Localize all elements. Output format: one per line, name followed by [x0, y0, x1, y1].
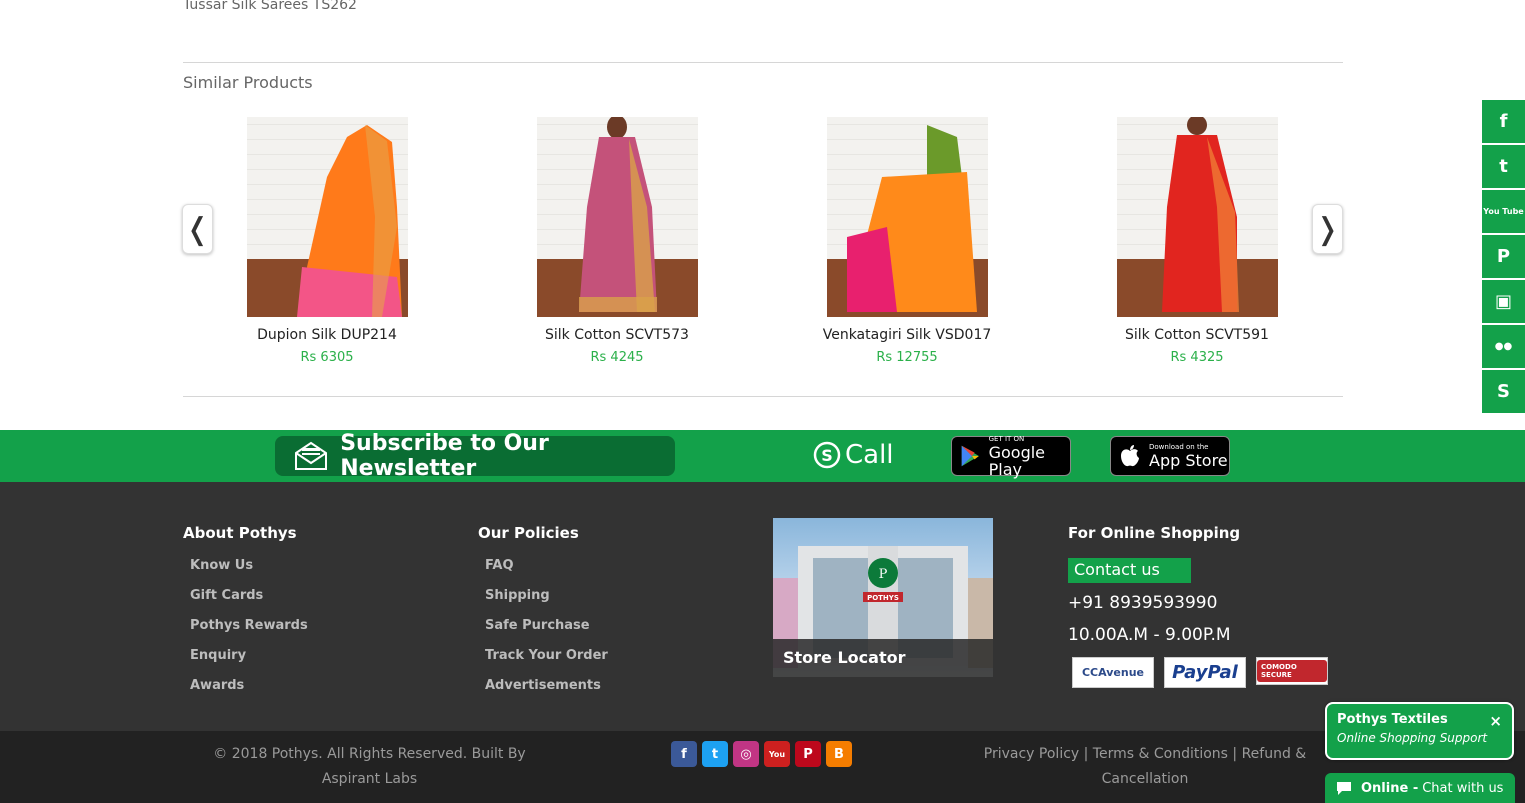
side-flickr-icon[interactable]: ●● — [1482, 325, 1525, 368]
product-price: Rs 4245 — [590, 350, 644, 365]
newsletter-label: Subscribe to Our Newsletter — [340, 431, 549, 481]
product-image[interactable] — [536, 117, 698, 317]
instagram-icon[interactable]: ◎ — [733, 741, 759, 767]
side-facebook-icon[interactable]: f — [1482, 100, 1525, 143]
copyright: © 2018 Pothys. All Rights Reserved. Buil… — [213, 746, 526, 787]
product-card[interactable]: Dupion Silk DUP214 Rs 6305 — [227, 117, 427, 365]
chat-status: Online - — [1361, 780, 1419, 796]
footer-link-faq[interactable]: FAQ — [485, 558, 514, 573]
product-card[interactable]: Silk Cotton SCVT591 Rs 4325 — [1097, 117, 1297, 365]
side-instagram-icon[interactable]: ▣ — [1482, 280, 1525, 323]
footer-link-enquiry[interactable]: Enquiry — [190, 648, 246, 663]
paypal-badge: PayPal — [1164, 657, 1246, 688]
apple-big-text: App Store — [1149, 451, 1228, 470]
chat-bubble-icon — [1337, 782, 1351, 795]
product-title: Tussar Silk Sarees TS262 — [183, 0, 357, 13]
carousel-next-button[interactable]: ❭ — [1312, 204, 1343, 254]
store-locator-link[interactable]: P POTHYS Store Locator — [773, 518, 993, 677]
product-image[interactable] — [1116, 117, 1278, 317]
google-play-icon — [961, 445, 979, 467]
footer — [0, 482, 1525, 732]
side-skype-icon[interactable]: S — [1482, 370, 1525, 413]
chat-bar[interactable]: Online - Chat with us — [1325, 773, 1515, 803]
skype-icon: S — [813, 441, 841, 469]
chat-title: Pothys Textiles — [1337, 712, 1448, 727]
store-sign-text: POTHYS — [867, 594, 899, 602]
product-card[interactable]: Venkatagiri Silk VSD017 Rs 12755 — [807, 117, 1007, 365]
svg-text:S: S — [821, 446, 833, 465]
call-label: Call — [845, 440, 894, 470]
business-hours: 10.00A.M - 9.00P.M — [1068, 625, 1231, 645]
footer-link-advertisements[interactable]: Advertisements — [485, 678, 601, 693]
product-card[interactable]: Silk Cotton SCVT573 Rs 4245 — [517, 117, 717, 365]
product-name[interactable]: Silk Cotton SCVT573 — [517, 327, 717, 343]
envelope-icon — [294, 441, 328, 471]
skype-call-button[interactable]: S Call — [813, 440, 894, 470]
product-price: Rs 6305 — [300, 350, 354, 365]
pinterest-icon[interactable]: P — [795, 741, 821, 767]
store-locator-label: Store Locator — [773, 639, 993, 677]
policy-links[interactable]: Privacy Policy | Terms & Conditions | Re… — [982, 742, 1308, 792]
footer-link-shipping[interactable]: Shipping — [485, 588, 550, 603]
ccavenue-badge: CCAvenue — [1072, 657, 1154, 688]
footer-link-rewards[interactable]: Pothys Rewards — [190, 618, 308, 633]
chevron-right-icon: ❭ — [1314, 211, 1341, 247]
product-image[interactable] — [246, 117, 408, 317]
comodo-badge: COMODO SECURE — [1256, 657, 1328, 685]
product-name[interactable]: Venkatagiri Silk VSD017 — [807, 327, 1007, 343]
ccavenue-text: CCAvenue — [1081, 666, 1145, 679]
newsletter-button[interactable]: Subscribe to Our Newsletter — [275, 431, 675, 481]
side-twitter-icon[interactable]: t — [1482, 145, 1525, 188]
policies-title: Our Policies — [478, 524, 579, 542]
paypal-text: PayPal — [1172, 662, 1238, 683]
blogger-icon[interactable]: B — [826, 741, 852, 767]
app-store-badge[interactable]: Download on the App Store — [1110, 436, 1230, 476]
chevron-left-icon: ❬ — [184, 211, 211, 247]
chat-action: Chat with us — [1422, 780, 1504, 796]
contact-us-button[interactable]: Contact us — [1068, 558, 1191, 583]
product-price: Rs 12755 — [876, 350, 938, 365]
close-icon[interactable]: × — [1489, 712, 1502, 730]
divider — [183, 396, 1343, 397]
svg-text:P: P — [879, 567, 888, 582]
online-shopping-title: For Online Shopping — [1068, 524, 1241, 542]
similar-products-title: Similar Products — [183, 73, 313, 92]
divider — [183, 62, 1343, 63]
google-big-text: Google Play — [988, 442, 1046, 479]
footer-link-awards[interactable]: Awards — [190, 678, 244, 693]
about-title: About Pothys — [183, 524, 297, 542]
footer-link-know-us[interactable]: Know Us — [190, 558, 253, 573]
app-banner — [0, 430, 1525, 482]
product-name[interactable]: Dupion Silk DUP214 — [227, 327, 427, 343]
product-price: Rs 4325 — [1170, 350, 1224, 365]
youtube-icon[interactable]: You — [764, 741, 790, 767]
facebook-icon[interactable]: f — [671, 741, 697, 767]
footer-link-safe-purchase[interactable]: Safe Purchase — [485, 618, 590, 633]
comodo-text: COMODO SECURE — [1257, 660, 1327, 682]
chat-popup[interactable]: Pothys Textiles Online Shopping Support … — [1325, 702, 1514, 760]
google-play-badge[interactable]: GET IT ON Google Play — [951, 435, 1071, 479]
product-name[interactable]: Silk Cotton SCVT591 — [1097, 327, 1297, 343]
side-youtube-icon[interactable]: You Tube — [1482, 190, 1525, 233]
twitter-icon[interactable]: t — [702, 741, 728, 767]
product-image[interactable] — [826, 117, 988, 317]
apple-icon — [1121, 445, 1139, 467]
phone-number: +91 8939593990 — [1068, 593, 1218, 613]
side-pinterest-icon[interactable]: P — [1482, 235, 1525, 278]
footer-link-track-order[interactable]: Track Your Order — [485, 648, 608, 663]
chat-subtitle: Online Shopping Support — [1337, 731, 1488, 745]
carousel-prev-button[interactable]: ❬ — [182, 204, 213, 254]
footer-link-gift-cards[interactable]: Gift Cards — [190, 588, 263, 603]
footer-social-icons: f t ◎ You P B — [671, 741, 852, 767]
